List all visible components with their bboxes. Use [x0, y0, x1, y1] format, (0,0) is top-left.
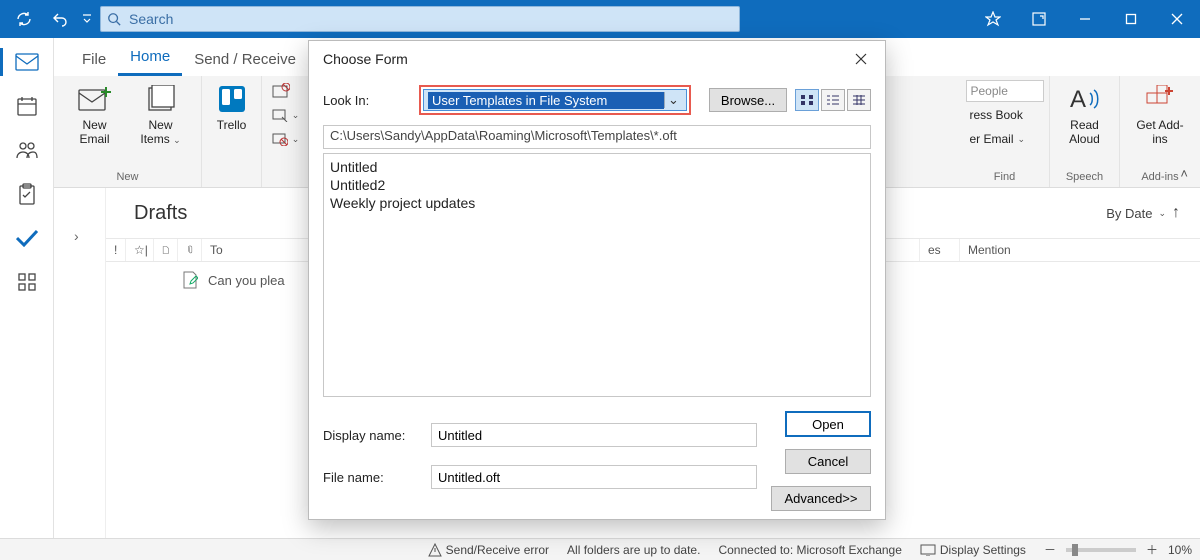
file-name-input[interactable] [431, 465, 757, 489]
svg-text:A: A [1070, 86, 1086, 113]
path-display: C:\Users\Sandy\AppData\Roaming\Microsoft… [323, 125, 871, 149]
open-button[interactable]: Open [785, 411, 871, 437]
cleanup-button[interactable]: ⌄ [268, 104, 304, 126]
col-icon[interactable] [154, 239, 178, 261]
ignore-icon [272, 83, 290, 99]
col-reminder[interactable]: ☆| [126, 239, 154, 261]
chevron-down-icon[interactable]: ⌄ [664, 92, 682, 108]
junk-icon [272, 132, 288, 146]
titlebar: Search [0, 0, 1200, 38]
filter-email-button[interactable]: er Email ⌄ [966, 128, 1030, 150]
tab-home[interactable]: Home [118, 42, 182, 76]
col-attachment[interactable] [178, 239, 202, 261]
trello-button[interactable]: Trello [204, 80, 260, 132]
group-find-label: Find [994, 169, 1015, 187]
col-categories[interactable]: es [920, 239, 960, 261]
group-new-label: New [116, 169, 138, 187]
nav-mail[interactable] [12, 50, 42, 74]
new-email-button[interactable]: New Email [67, 80, 123, 146]
mail-preview: Can you plea [208, 273, 285, 288]
search-people-input[interactable]: People [966, 80, 1044, 102]
display-name-label: Display name: [323, 428, 421, 443]
collapse-ribbon-icon[interactable]: ˄ [1180, 166, 1188, 181]
new-items-button[interactable]: New Items ⌄ [133, 80, 189, 147]
trello-icon [218, 82, 246, 116]
minimize-button[interactable] [1062, 0, 1108, 38]
view-list[interactable] [821, 89, 845, 111]
address-book-button[interactable]: ress Book [966, 104, 1027, 126]
col-importance[interactable]: ! [106, 239, 126, 261]
folder-pane-collapsed: › [54, 188, 106, 538]
look-in-value: User Templates in File System [428, 92, 664, 109]
refresh-icon[interactable] [6, 0, 42, 38]
get-addins-button[interactable]: Get Add-ins [1132, 80, 1188, 146]
display-name-input[interactable] [431, 423, 757, 447]
read-aloud-button[interactable]: A Read Aloud [1057, 80, 1113, 146]
view-details[interactable] [847, 89, 871, 111]
draft-icon [182, 271, 198, 289]
browse-button[interactable]: Browse... [709, 88, 787, 112]
advanced-button[interactable]: Advanced>> [771, 486, 871, 511]
maximize-button[interactable] [1108, 0, 1154, 38]
file-name-label: File name: [323, 470, 421, 485]
left-nav [0, 38, 54, 538]
close-button[interactable] [1154, 0, 1200, 38]
look-in-combo[interactable]: User Templates in File System ⌄ [423, 89, 687, 111]
undo-icon[interactable] [42, 0, 78, 38]
status-display-settings[interactable]: Display Settings [920, 543, 1026, 557]
dialog-title: Choose Form [323, 51, 408, 67]
view-large-icons[interactable] [795, 89, 819, 111]
new-email-icon [78, 82, 112, 116]
nav-calendar[interactable] [12, 94, 42, 118]
expand-folder-pane[interactable]: › [74, 228, 79, 244]
junk-button[interactable]: ⌄ [268, 128, 304, 150]
list-item[interactable]: Weekly project updates [330, 194, 864, 212]
new-items-icon [146, 82, 176, 116]
list-item[interactable]: Untitled [330, 158, 864, 176]
search-placeholder: Search [129, 11, 173, 27]
tab-file[interactable]: File [70, 45, 118, 76]
group-addins-label: Add-ins [1141, 169, 1178, 187]
nav-todo[interactable] [12, 226, 42, 250]
folder-title: Drafts [134, 202, 187, 225]
nav-more-apps[interactable] [12, 270, 42, 294]
cleanup-icon [272, 108, 288, 122]
group-speech-label: Speech [1066, 169, 1103, 187]
qat-dropdown-icon[interactable] [78, 0, 96, 38]
status-error[interactable]: Send/Receive error [428, 543, 549, 557]
look-in-highlight: User Templates in File System ⌄ [419, 85, 691, 115]
search-box[interactable]: Search [100, 6, 740, 32]
status-bar: Send/Receive error All folders are up to… [0, 538, 1200, 560]
addins-icon [1145, 82, 1175, 116]
look-in-label: Look In: [323, 93, 411, 108]
list-item[interactable]: Untitled2 [330, 176, 864, 194]
zoom-controls[interactable]: －＋10% [1044, 541, 1192, 558]
template-list[interactable]: Untitled Untitled2 Weekly project update… [323, 153, 871, 397]
premium-icon[interactable] [970, 0, 1016, 38]
choose-form-dialog: Choose Form Look In: User Templates in F… [308, 40, 886, 520]
search-icon [107, 12, 121, 26]
dialog-close-button[interactable] [847, 45, 875, 73]
col-mention[interactable]: Mention [960, 239, 1200, 261]
coming-soon-icon[interactable] [1016, 0, 1062, 38]
tab-send-receive[interactable]: Send / Receive [182, 45, 308, 76]
cancel-button[interactable]: Cancel [785, 449, 871, 474]
nav-tasks[interactable] [12, 182, 42, 206]
status-uptodate: All folders are up to date. [567, 543, 700, 557]
sort-button[interactable]: By Date⌄↑ [1106, 204, 1180, 222]
read-aloud-icon: A [1070, 82, 1100, 116]
ignore-button[interactable] [268, 80, 304, 102]
status-connected: Connected to: Microsoft Exchange [718, 543, 901, 557]
nav-people[interactable] [12, 138, 42, 162]
